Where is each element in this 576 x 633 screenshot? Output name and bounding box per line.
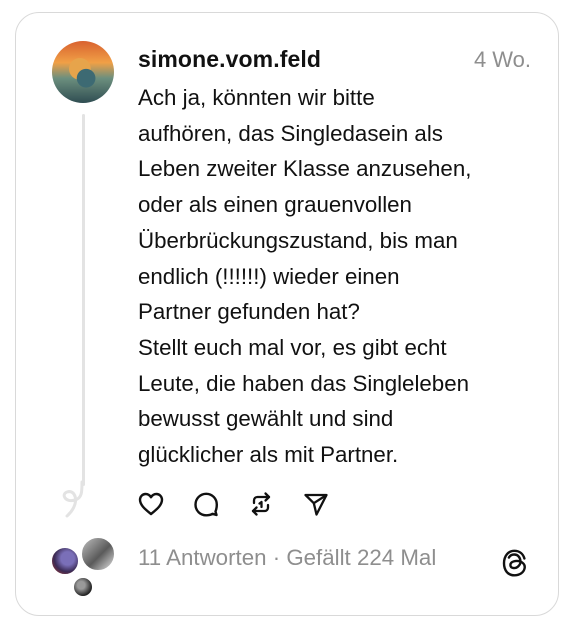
post-body: Ach ja, könnten wir bitte aufhören, das … <box>138 80 538 473</box>
post-stats[interactable]: 11 Antworten · Gefällt 224 Mal <box>138 545 436 571</box>
thread-loop-icon <box>62 480 84 518</box>
reply-avatars[interactable] <box>46 536 122 600</box>
post-line: Stellt euch mal vor, es gibt echt <box>138 334 447 360</box>
post-line: endlich (!!!!!!) wieder einen <box>138 263 400 289</box>
timestamp: 4 Wo. <box>473 47 531 72</box>
threads-logo-icon <box>502 549 526 577</box>
action-bar <box>137 490 357 524</box>
post-line: bewusst gewählt und sind <box>138 406 394 432</box>
comment-icon[interactable] <box>192 490 220 518</box>
post-line: Partner gefunden hat? <box>138 299 360 325</box>
post-line: Leute, die haben das Singleleben <box>138 370 470 396</box>
post-line: Leben zweiter Klasse anzusehen, <box>138 156 472 182</box>
heart-icon[interactable] <box>137 490 165 518</box>
thread-line <box>82 114 85 486</box>
post-line: glücklicher als mit Partner. <box>138 442 399 468</box>
share-icon[interactable] <box>302 490 330 518</box>
avatar[interactable] <box>52 41 114 103</box>
reply-avatar <box>50 546 80 576</box>
post-line: Ach ja, könnten wir bitte <box>138 85 375 110</box>
post-line: Überbrückungszustand, bis man <box>138 227 458 253</box>
repost-icon[interactable] <box>247 490 275 518</box>
reply-avatar <box>80 536 116 572</box>
username[interactable]: simone.vom.feld <box>138 46 321 73</box>
reply-avatar <box>72 576 94 598</box>
post-line: aufhören, das Singledasein als <box>138 120 443 146</box>
post-line: oder als einen grauenvollen <box>138 192 412 218</box>
